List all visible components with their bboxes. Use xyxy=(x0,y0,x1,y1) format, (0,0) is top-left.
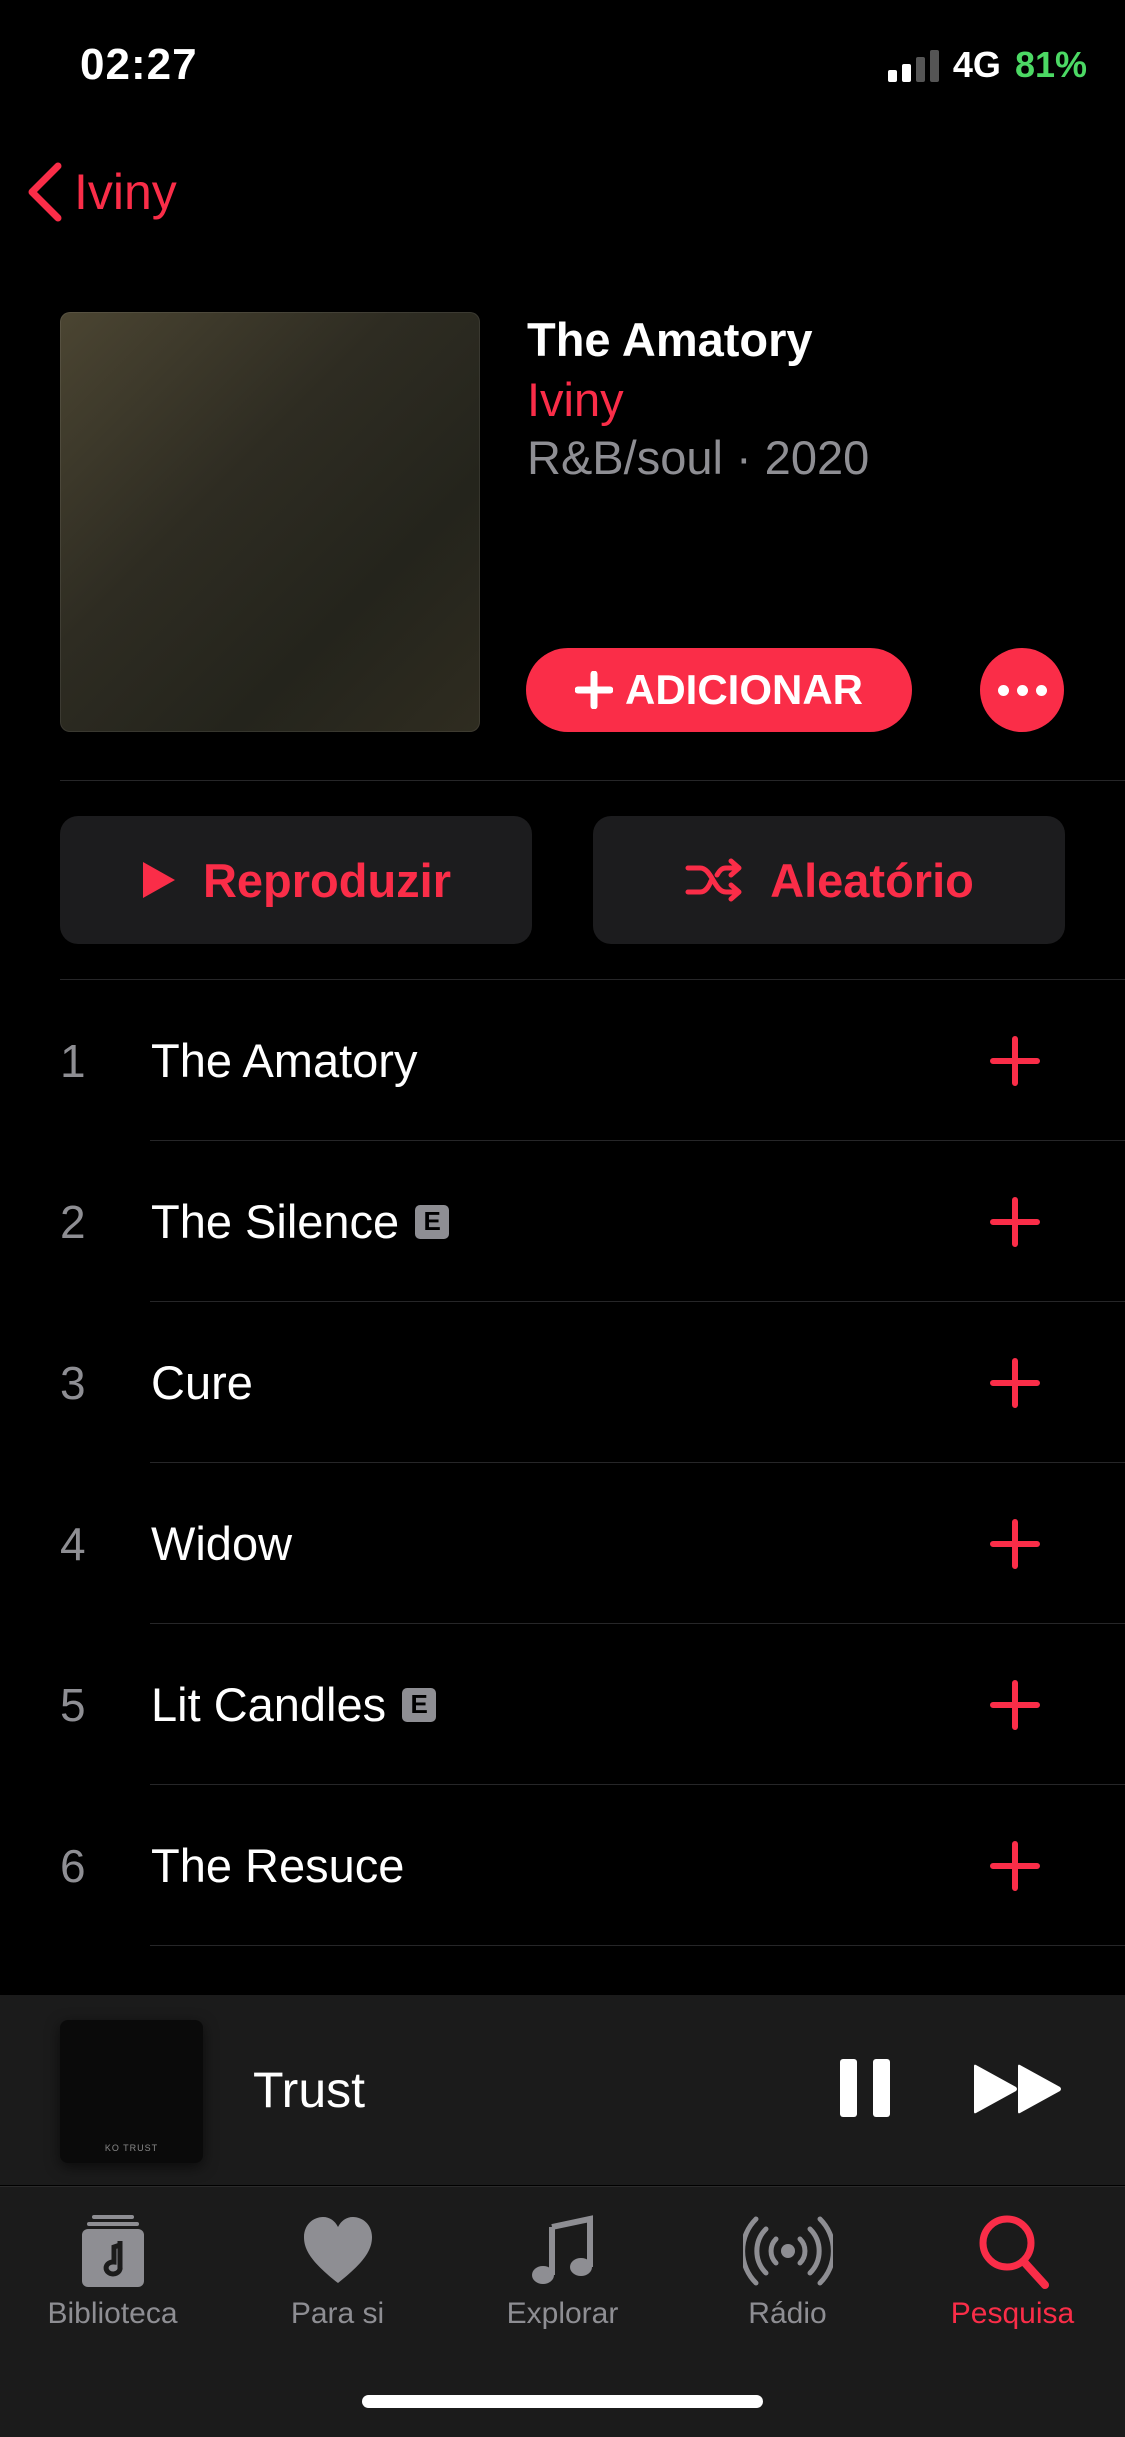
plus-icon xyxy=(575,671,613,709)
back-label: Iviny xyxy=(74,164,177,220)
status-indicators: 4G 81% xyxy=(887,44,1087,86)
track-number: 6 xyxy=(60,1839,86,1892)
mini-player[interactable]: KO TRUST Trust xyxy=(0,1995,1125,2185)
skip-forward-icon[interactable] xyxy=(970,2062,1066,2116)
track-title: The Amatory xyxy=(151,1034,418,1087)
add-track-icon[interactable] xyxy=(990,1358,1040,1408)
track-number: 2 xyxy=(60,1195,86,1248)
radio-icon xyxy=(742,2216,833,2286)
track-row[interactable]: 4 Widow xyxy=(0,1463,1125,1624)
more-dot xyxy=(1016,684,1028,696)
status-time: 02:27 xyxy=(80,40,198,89)
track-title: The Resuce xyxy=(151,1839,405,1892)
tab-search[interactable]: Pesquisa xyxy=(900,2211,1125,2331)
tab-label: Para si xyxy=(290,2297,385,2330)
shuffle-button[interactable]: Aleatório xyxy=(593,816,1065,944)
track-row[interactable]: 6 The Resuce xyxy=(0,1785,1125,1946)
music-note-icon xyxy=(531,2215,593,2284)
now-playing-title: Trust xyxy=(253,2062,366,2118)
back-button[interactable]: Iviny xyxy=(24,160,177,224)
track-number: 1 xyxy=(60,1034,86,1087)
track-row[interactable]: 2 The Silence E xyxy=(0,1141,1125,1302)
explicit-badge: E xyxy=(402,1687,437,1722)
track-title: The Silence xyxy=(151,1195,400,1248)
more-options-button[interactable] xyxy=(980,648,1064,732)
track-row[interactable]: 1 The Amatory xyxy=(0,980,1125,1141)
row-divider xyxy=(150,1945,1125,1946)
album-cover[interactable] xyxy=(60,312,480,732)
signal-strength-icon xyxy=(887,48,939,82)
add-track-icon[interactable] xyxy=(990,1036,1040,1086)
artwork-label: KO TRUST xyxy=(104,2143,159,2153)
battery-percentage: 81% xyxy=(1014,44,1087,85)
add-album-label: ADICIONAR xyxy=(625,666,863,713)
track-title: Widow xyxy=(151,1517,293,1570)
add-track-icon[interactable] xyxy=(990,1519,1040,1569)
network-type: 4G xyxy=(952,44,1001,85)
add-track-icon[interactable] xyxy=(990,1680,1040,1730)
track-row[interactable]: 3 Cure xyxy=(0,1302,1125,1463)
add-album-button[interactable]: ADICIONAR xyxy=(526,648,912,732)
add-track-icon[interactable] xyxy=(990,1197,1040,1247)
tab-radio[interactable]: Rádio xyxy=(675,2211,900,2331)
more-dot xyxy=(1035,684,1047,696)
tab-label: Biblioteca xyxy=(47,2297,178,2330)
tab-for-you[interactable]: Para si xyxy=(225,2211,450,2331)
search-icon xyxy=(979,2215,1049,2289)
track-number: 3 xyxy=(60,1356,86,1409)
play-button[interactable]: Reproduzir xyxy=(60,816,532,944)
tab-label: Pesquisa xyxy=(950,2297,1075,2330)
library-icon xyxy=(81,2215,144,2287)
track-number: 4 xyxy=(60,1517,86,1570)
heart-icon xyxy=(303,2217,372,2283)
add-track-icon[interactable] xyxy=(990,1841,1040,1891)
more-dot xyxy=(997,684,1009,696)
album-genre-year: R&B/soul · 2020 xyxy=(527,431,870,484)
track-row[interactable]: 5 Lit Candles E xyxy=(0,1624,1125,1785)
tab-browse[interactable]: Explorar xyxy=(450,2211,675,2331)
play-label: Reproduzir xyxy=(202,853,452,907)
tab-label: Explorar xyxy=(506,2297,619,2330)
shuffle-icon xyxy=(685,858,742,902)
chevron-left-icon xyxy=(28,162,62,222)
album-title: The Amatory xyxy=(527,313,813,366)
play-icon xyxy=(142,862,175,898)
now-playing-artwork[interactable]: KO TRUST xyxy=(60,2020,203,2163)
explicit-badge: E xyxy=(415,1204,450,1239)
track-title: Cure xyxy=(151,1356,253,1409)
shuffle-label: Aleatório xyxy=(770,853,974,907)
track-number: 5 xyxy=(60,1678,86,1731)
home-indicator[interactable] xyxy=(362,2395,763,2408)
album-artist-link[interactable]: Iviny xyxy=(527,372,624,427)
pause-icon[interactable] xyxy=(838,2057,892,2119)
tab-label: Rádio xyxy=(748,2297,827,2330)
track-title: Lit Candles xyxy=(151,1678,387,1731)
tab-library[interactable]: Biblioteca xyxy=(0,2211,225,2331)
header-divider xyxy=(60,780,1125,781)
